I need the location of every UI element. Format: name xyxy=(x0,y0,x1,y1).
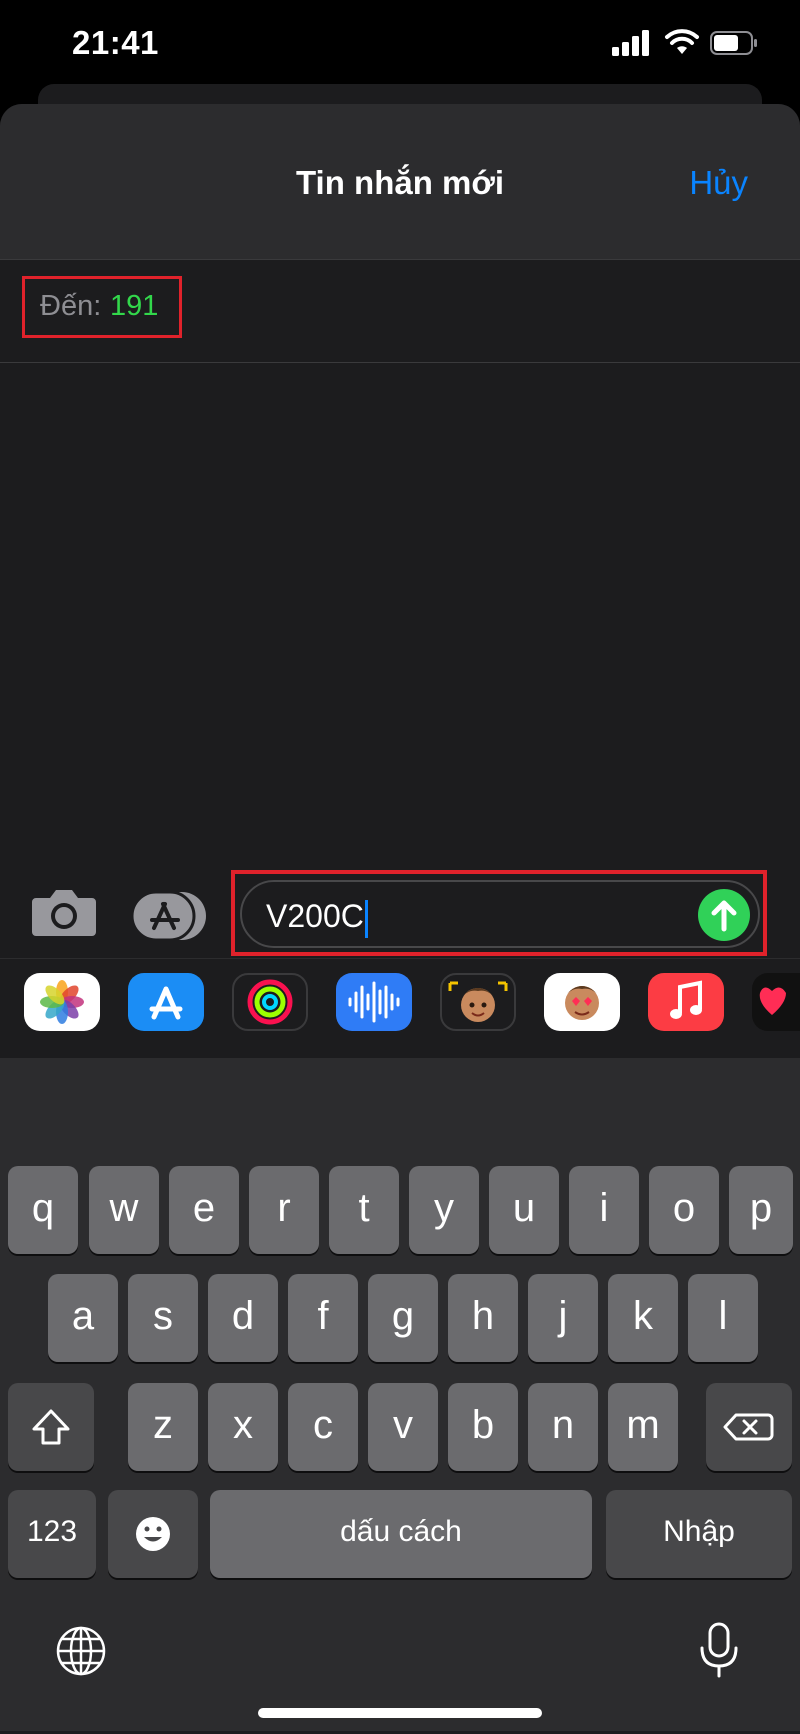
return-key[interactable]: Nhập xyxy=(606,1490,792,1578)
key-x[interactable]: x xyxy=(208,1383,278,1471)
shift-icon xyxy=(32,1409,70,1445)
key-m[interactable]: m xyxy=(608,1383,678,1471)
status-bar: 21:41 xyxy=(0,0,800,90)
key-a[interactable]: a xyxy=(48,1274,118,1362)
numbers-key[interactable]: 123 xyxy=(8,1490,96,1578)
recipient-field[interactable]: Đến: 191 xyxy=(0,259,800,363)
emoji-icon xyxy=(136,1517,170,1551)
key-e[interactable]: e xyxy=(169,1166,239,1254)
shift-key[interactable] xyxy=(8,1383,94,1471)
key-h[interactable]: h xyxy=(448,1274,518,1362)
key-y[interactable]: y xyxy=(409,1166,479,1254)
key-l[interactable]: l xyxy=(688,1274,758,1362)
memoji-icon[interactable] xyxy=(440,973,516,1031)
memoji-stickers-icon[interactable] xyxy=(544,973,620,1031)
globe-icon[interactable] xyxy=(54,1624,108,1678)
key-t[interactable]: t xyxy=(329,1166,399,1254)
message-highlight-box xyxy=(231,870,767,956)
key-b[interactable]: b xyxy=(448,1383,518,1471)
key-o[interactable]: o xyxy=(649,1166,719,1254)
page-title: Tin nhắn mới xyxy=(295,164,505,201)
key-f[interactable]: f xyxy=(288,1274,358,1362)
cancel-button[interactable]: Hủy xyxy=(689,164,748,202)
home-indicator xyxy=(258,1708,542,1718)
key-r[interactable]: r xyxy=(249,1166,319,1254)
app-store-icon[interactable] xyxy=(128,973,204,1031)
navigation-bar: Tin nhắn mới Hủy xyxy=(0,104,800,259)
emoji-key[interactable] xyxy=(108,1490,198,1578)
signal-icon xyxy=(612,30,649,56)
recipient-highlight-box xyxy=(22,276,182,338)
backspace-icon xyxy=(723,1413,774,1441)
battery-icon xyxy=(710,31,757,55)
app-drawer xyxy=(0,958,800,1059)
key-z[interactable]: z xyxy=(128,1383,198,1471)
key-w[interactable]: w xyxy=(89,1166,159,1254)
key-s[interactable]: s xyxy=(128,1274,198,1362)
key-k[interactable]: k xyxy=(608,1274,678,1362)
wifi-icon xyxy=(665,29,699,54)
digital-touch-icon[interactable] xyxy=(752,973,800,1031)
key-j[interactable]: j xyxy=(528,1274,598,1362)
key-v[interactable]: v xyxy=(368,1383,438,1471)
photos-icon[interactable] xyxy=(24,973,100,1031)
music-icon[interactable] xyxy=(648,973,724,1031)
key-d[interactable]: d xyxy=(208,1274,278,1362)
voice-memo-icon[interactable] xyxy=(336,973,412,1031)
status-time: 21:41 xyxy=(72,24,159,61)
activity-icon[interactable] xyxy=(232,973,308,1031)
key-p[interactable]: p xyxy=(729,1166,793,1254)
key-q[interactable]: q xyxy=(8,1166,78,1254)
delete-key[interactable] xyxy=(706,1383,792,1471)
camera-icon[interactable] xyxy=(30,882,98,942)
app-store-icon[interactable] xyxy=(130,890,208,942)
key-n[interactable]: n xyxy=(528,1383,598,1471)
key-i[interactable]: i xyxy=(569,1166,639,1254)
key-u[interactable]: u xyxy=(489,1166,559,1254)
microphone-icon[interactable] xyxy=(694,1620,744,1680)
key-c[interactable]: c xyxy=(288,1383,358,1471)
keyboard: q w e r t y u i o p a s d f g h j k l z … xyxy=(0,1058,800,1731)
key-g[interactable]: g xyxy=(368,1274,438,1362)
space-key[interactable]: dấu cách xyxy=(210,1490,592,1578)
